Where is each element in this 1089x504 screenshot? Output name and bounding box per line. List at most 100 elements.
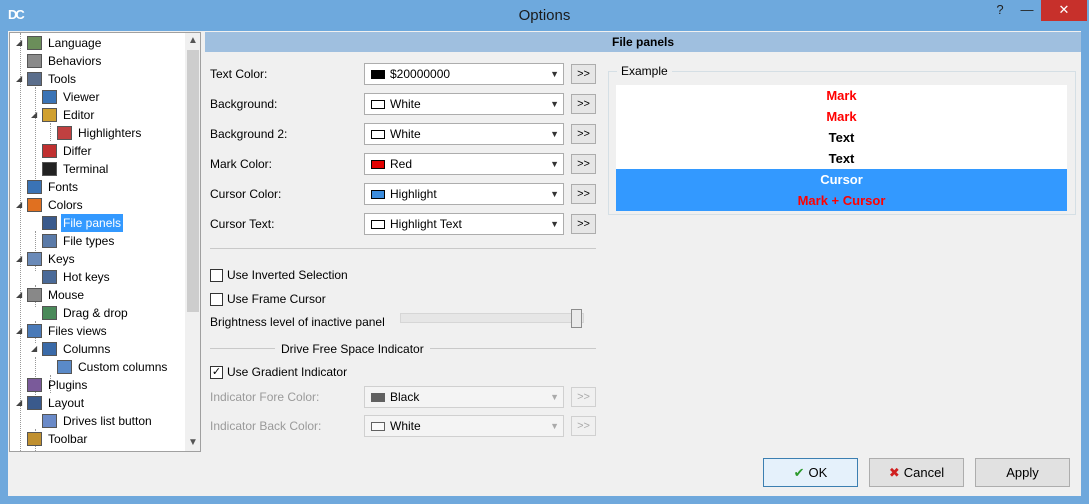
color-swatch bbox=[371, 422, 385, 431]
mark-color-label: Mark Color: bbox=[210, 157, 273, 171]
scroll-up-button[interactable]: ▲ bbox=[185, 33, 200, 49]
mark-color-combo[interactable]: Red ▼ bbox=[364, 153, 564, 175]
cursor-color-more-button[interactable]: >> bbox=[571, 184, 596, 204]
text-color-more-button[interactable]: >> bbox=[571, 64, 596, 84]
cursor-color-label: Cursor Color: bbox=[210, 187, 282, 201]
brightness-slider-track[interactable] bbox=[400, 313, 584, 323]
cancel-button[interactable]: ✖ Cancel bbox=[869, 458, 964, 487]
expander-icon[interactable]: ◢ bbox=[16, 34, 22, 52]
cursor-text-label: Cursor Text: bbox=[210, 217, 275, 231]
indicator-fore-color-more-button[interactable]: >> bbox=[571, 387, 596, 407]
color-swatch bbox=[371, 190, 385, 199]
tree-item-label: Plugins bbox=[48, 378, 88, 392]
color-swatch bbox=[371, 393, 385, 402]
book-icon bbox=[42, 90, 57, 104]
tree-item-label: Keys bbox=[48, 252, 75, 266]
background-label: Background: bbox=[210, 97, 278, 111]
indicator-back-color-more-button[interactable]: >> bbox=[571, 416, 596, 436]
panels-icon bbox=[42, 216, 57, 230]
cursor-color-combo[interactable]: Highlight ▼ bbox=[364, 183, 564, 205]
color-swatch bbox=[371, 220, 385, 229]
tree-item-label: File types bbox=[63, 234, 115, 248]
color-swatch bbox=[371, 70, 385, 79]
combo-value: White bbox=[390, 419, 421, 433]
language-icon bbox=[27, 36, 42, 50]
tree-item-label: Tools bbox=[48, 72, 77, 86]
code-icon bbox=[42, 144, 57, 158]
example-row: Text bbox=[616, 148, 1067, 169]
tree-item-label: Behaviors bbox=[48, 54, 102, 68]
tree-item-label: Terminal bbox=[63, 162, 109, 176]
tree-item-label: File panels bbox=[61, 214, 124, 232]
tree-connector bbox=[50, 123, 51, 141]
expander-icon[interactable]: ◢ bbox=[31, 340, 37, 358]
checkbox-box[interactable] bbox=[210, 269, 223, 282]
apply-button[interactable]: Apply bbox=[975, 458, 1070, 487]
expander-icon[interactable]: ◢ bbox=[16, 394, 22, 412]
tree-scrollbar[interactable]: ▲ ▼ bbox=[185, 33, 200, 451]
background-2-more-button[interactable]: >> bbox=[571, 124, 596, 144]
background-2-combo[interactable]: White ▼ bbox=[364, 123, 564, 145]
tree-connector bbox=[35, 87, 36, 187]
ok-button[interactable]: ✔ OK bbox=[763, 458, 858, 487]
cancel-icon: ✖ bbox=[888, 465, 900, 480]
example-row: Text bbox=[616, 127, 1067, 148]
checkbox-box[interactable] bbox=[210, 293, 223, 306]
mark-color-more-button[interactable]: >> bbox=[571, 154, 596, 174]
options-window: DC Options ? — ✕ ▲ ▼ ◢ Language Behaviors ◢… bbox=[0, 0, 1089, 504]
color-wheel-icon bbox=[27, 198, 42, 212]
tree-item-label: Fonts bbox=[48, 180, 79, 194]
background-more-button[interactable]: >> bbox=[571, 94, 596, 114]
scroll-thumb[interactable] bbox=[187, 50, 199, 312]
combo-value: White bbox=[390, 97, 421, 111]
drive-indicator-group-title: Drive Free Space Indicator bbox=[275, 341, 430, 357]
apply-label: Apply bbox=[1006, 465, 1039, 480]
example-row: Cursor bbox=[616, 169, 1067, 190]
combo-value: Highlight Text bbox=[390, 217, 462, 231]
keyboard-icon bbox=[27, 252, 42, 266]
chevron-down-icon: ▼ bbox=[550, 189, 559, 199]
plugins-icon bbox=[27, 378, 42, 392]
checkbox-box[interactable]: ✓ bbox=[210, 366, 223, 379]
background-2-label: Background 2: bbox=[210, 127, 288, 141]
chevron-down-icon: ▼ bbox=[550, 421, 559, 431]
tools-icon bbox=[27, 72, 42, 86]
example-row: Mark bbox=[616, 106, 1067, 127]
tree-item-label: Drives list button bbox=[63, 414, 152, 428]
expander-icon[interactable]: ◢ bbox=[31, 106, 37, 124]
window-title: Options bbox=[518, 7, 571, 24]
minimize-button[interactable]: — bbox=[1014, 0, 1040, 21]
tree-item-label: Differ bbox=[63, 144, 92, 158]
ok-label: OK bbox=[808, 465, 828, 480]
text-color-combo[interactable]: $20000000 ▼ bbox=[364, 63, 564, 85]
tree-item-label: Drag & drop bbox=[63, 306, 128, 320]
check-icon: ✔ bbox=[793, 465, 805, 480]
expander-icon[interactable]: ◢ bbox=[16, 70, 22, 88]
background-combo[interactable]: White ▼ bbox=[364, 93, 564, 115]
close-button[interactable]: ✕ bbox=[1041, 0, 1087, 21]
indicator-fore-color-combo[interactable]: Black ▼ bbox=[364, 386, 564, 408]
combo-value: Red bbox=[390, 157, 413, 171]
cursor-text-combo[interactable]: Highlight Text ▼ bbox=[364, 213, 564, 235]
tree-item-label: Custom columns bbox=[78, 360, 168, 374]
toolbar-icon bbox=[27, 432, 42, 446]
tree-item-label: Highlighters bbox=[78, 126, 142, 140]
tree-item-label: Layout bbox=[48, 396, 85, 410]
document-icon bbox=[57, 126, 72, 140]
combo-value: Black bbox=[390, 390, 420, 404]
expander-icon[interactable]: ◢ bbox=[16, 322, 22, 340]
brightness-slider-thumb[interactable] bbox=[571, 309, 582, 328]
layout-icon bbox=[27, 396, 42, 410]
title-bar[interactable]: DC Options ? — ✕ bbox=[0, 0, 1089, 31]
expander-icon[interactable]: ◢ bbox=[16, 250, 22, 268]
cursor-text-more-button[interactable]: >> bbox=[571, 214, 596, 234]
expander-icon[interactable]: ◢ bbox=[16, 286, 22, 304]
help-button[interactable]: ? bbox=[988, 0, 1012, 21]
indicator-back-color-combo[interactable]: White ▼ bbox=[364, 415, 564, 437]
expander-icon[interactable]: ◢ bbox=[16, 196, 22, 214]
tree-connector bbox=[20, 33, 21, 451]
scroll-down-button[interactable]: ▼ bbox=[185, 435, 200, 451]
checkbox-label: Use Frame Cursor bbox=[227, 292, 326, 306]
list-icon bbox=[42, 234, 57, 248]
color-swatch bbox=[371, 100, 385, 109]
